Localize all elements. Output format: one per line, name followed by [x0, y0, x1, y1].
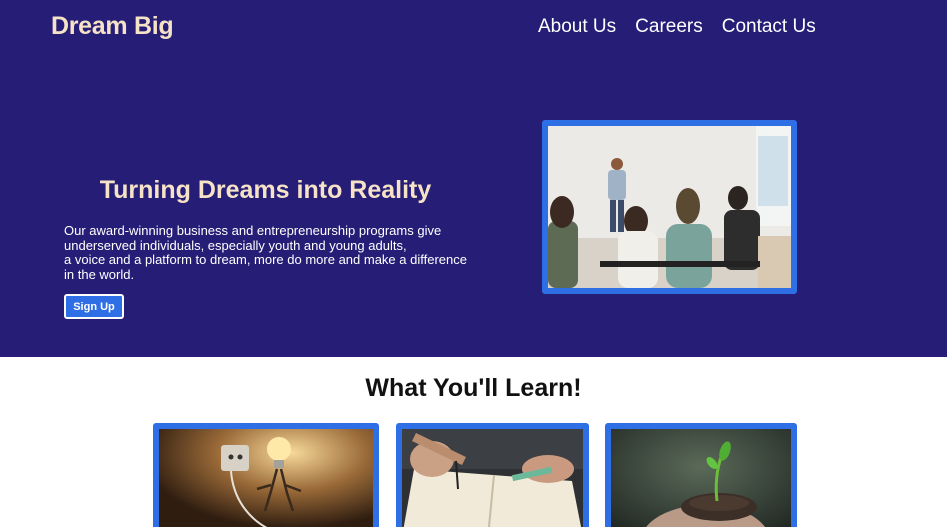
hero-description-line: in the world.	[64, 266, 135, 282]
hero-description: Our award-winning business and entrepren…	[64, 223, 494, 282]
hero-title: Turning Dreams into Reality	[99, 176, 432, 204]
brand-logo[interactable]: Dream Big	[51, 12, 174, 41]
learn-card-image-seedling	[605, 423, 797, 527]
learn-card-image-writing	[396, 423, 589, 527]
hero-description-line: a voice and a platform to dream, more do…	[64, 252, 467, 268]
section-title-learn: What You'll Learn!	[365, 374, 582, 402]
hero-description-line: underserved individuals, especially yout…	[64, 237, 407, 253]
sign-up-button[interactable]: Sign Up	[64, 294, 124, 319]
hero-section: Dream Big About Us Careers Contact Us Tu…	[0, 0, 947, 357]
hero-image-seminar	[542, 120, 797, 294]
nav-contact-us[interactable]: Contact Us	[722, 16, 816, 38]
nav-about-us[interactable]: About Us	[538, 16, 616, 38]
learn-card-image-lightbulb	[153, 423, 379, 527]
nav-careers[interactable]: Careers	[635, 16, 703, 38]
main-nav: About Us Careers Contact Us	[538, 16, 816, 38]
hero-description-line: Our award-winning business and entrepren…	[64, 223, 442, 238]
